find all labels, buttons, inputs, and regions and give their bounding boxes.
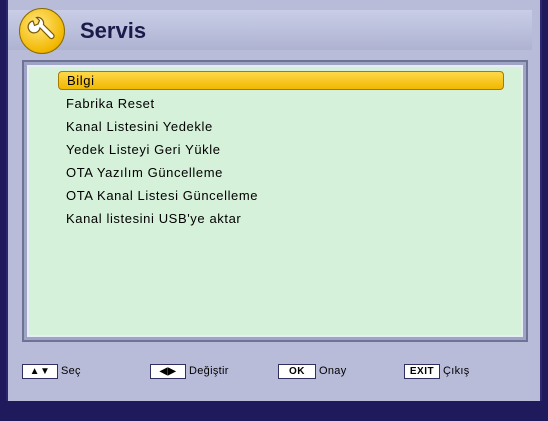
page-title: Servis [80, 18, 147, 43]
hint-ok-label: Onay [319, 365, 347, 377]
service-menu: Bilgi Fabrika Reset Kanal Listesini Yede… [58, 69, 504, 230]
hint-exit: EXIT Çıkış [404, 362, 470, 380]
hint-select-label: Seç [61, 365, 81, 377]
menu-item-kanal-listesini-yedekle[interactable]: Kanal Listesini Yedekle [58, 115, 504, 138]
hint-change-label: Değiştir [189, 365, 229, 377]
left-right-arrow-icon[interactable]: ◀▶ [150, 363, 186, 379]
wrench-icon [19, 8, 65, 54]
hint-change: ◀▶ Değiştir [150, 362, 229, 380]
hint-ok: OK Onay [278, 362, 347, 380]
exit-key[interactable]: EXIT [404, 363, 440, 379]
up-down-arrow-icon[interactable]: ▲▼ [22, 363, 58, 379]
bottom-strip [0, 401, 548, 421]
menu-item-bilgi[interactable]: Bilgi [58, 71, 504, 90]
menu-item-usb-export[interactable]: Kanal listesini USB'ye aktar [58, 207, 504, 230]
hint-exit-label: Çıkış [443, 365, 470, 377]
footer-hints: ▲▼ Seç ◀▶ Değiştir OK Onay EXIT Çıkış [8, 362, 532, 390]
hint-select: ▲▼ Seç [22, 362, 81, 380]
ok-key[interactable]: OK [278, 363, 316, 379]
menu-item-ota-kanal-listesi-guncelleme[interactable]: OTA Kanal Listesi Güncelleme [58, 184, 504, 207]
menu-panel: Bilgi Fabrika Reset Kanal Listesini Yede… [22, 60, 528, 342]
menu-item-yedek-listeyi-geri-yukle[interactable]: Yedek Listeyi Geri Yükle [58, 138, 504, 161]
menu-item-ota-yazilim-guncelleme[interactable]: OTA Yazılım Güncelleme [58, 161, 504, 184]
menu-item-fabrika-reset[interactable]: Fabrika Reset [58, 92, 504, 115]
